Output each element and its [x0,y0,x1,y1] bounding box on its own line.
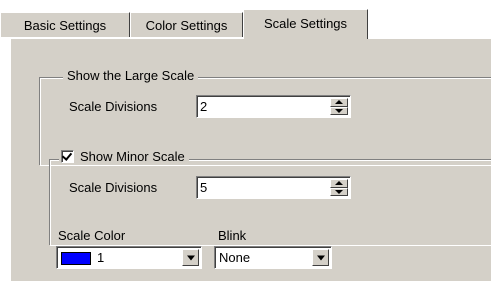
minor-scale-spinner [330,179,348,196]
minor-scale-legend: Show Minor Scale [59,149,189,164]
arrow-up-icon [335,181,343,186]
blink-dropdown-button[interactable] [312,249,329,266]
blink-value: None [219,250,251,265]
spin-down-button[interactable] [330,187,348,196]
tab-strip: Basic Settings Color Settings Scale Sett… [0,0,491,40]
minor-scale-checkbox[interactable] [61,150,74,163]
large-scale-spinner [330,98,348,115]
chevron-down-icon [186,255,195,260]
tab-scale-settings[interactable]: Scale Settings [243,9,368,39]
minor-scale-divisions-stepper[interactable]: 5 [196,176,351,199]
arrow-down-icon [335,189,343,194]
minor-scale-divisions-value: 5 [200,180,208,195]
minor-scale-divisions-label: Scale Divisions [69,180,158,195]
spin-down-button[interactable] [330,106,348,115]
spin-up-button[interactable] [330,98,348,107]
scale-color-label: Scale Color [58,228,126,243]
chevron-down-icon [316,255,325,260]
large-scale-legend: Show the Large Scale [63,68,199,83]
blink-dropdown[interactable]: None [214,246,332,269]
color-swatch [61,252,91,265]
blink-label: Blink [218,228,247,243]
large-scale-divisions-value: 2 [200,99,208,114]
arrow-down-icon [335,108,343,113]
tab-color-settings[interactable]: Color Settings [130,12,243,37]
arrow-up-icon [335,100,343,105]
scale-color-value: 1 [97,250,105,265]
large-scale-divisions-stepper[interactable]: 2 [196,95,351,118]
minor-scale-legend-text: Show Minor Scale [80,149,185,164]
scale-settings-panel: Show the Large Scale Scale Divisions 2 S… [10,38,491,281]
large-scale-divisions-label: Scale Divisions [69,99,158,114]
spin-up-button[interactable] [330,179,348,188]
checkmark-icon [61,150,73,161]
tab-basic-settings[interactable]: Basic Settings [0,12,130,37]
scale-color-dropdown-button[interactable] [182,249,199,266]
scale-color-dropdown[interactable]: 1 [56,246,202,269]
